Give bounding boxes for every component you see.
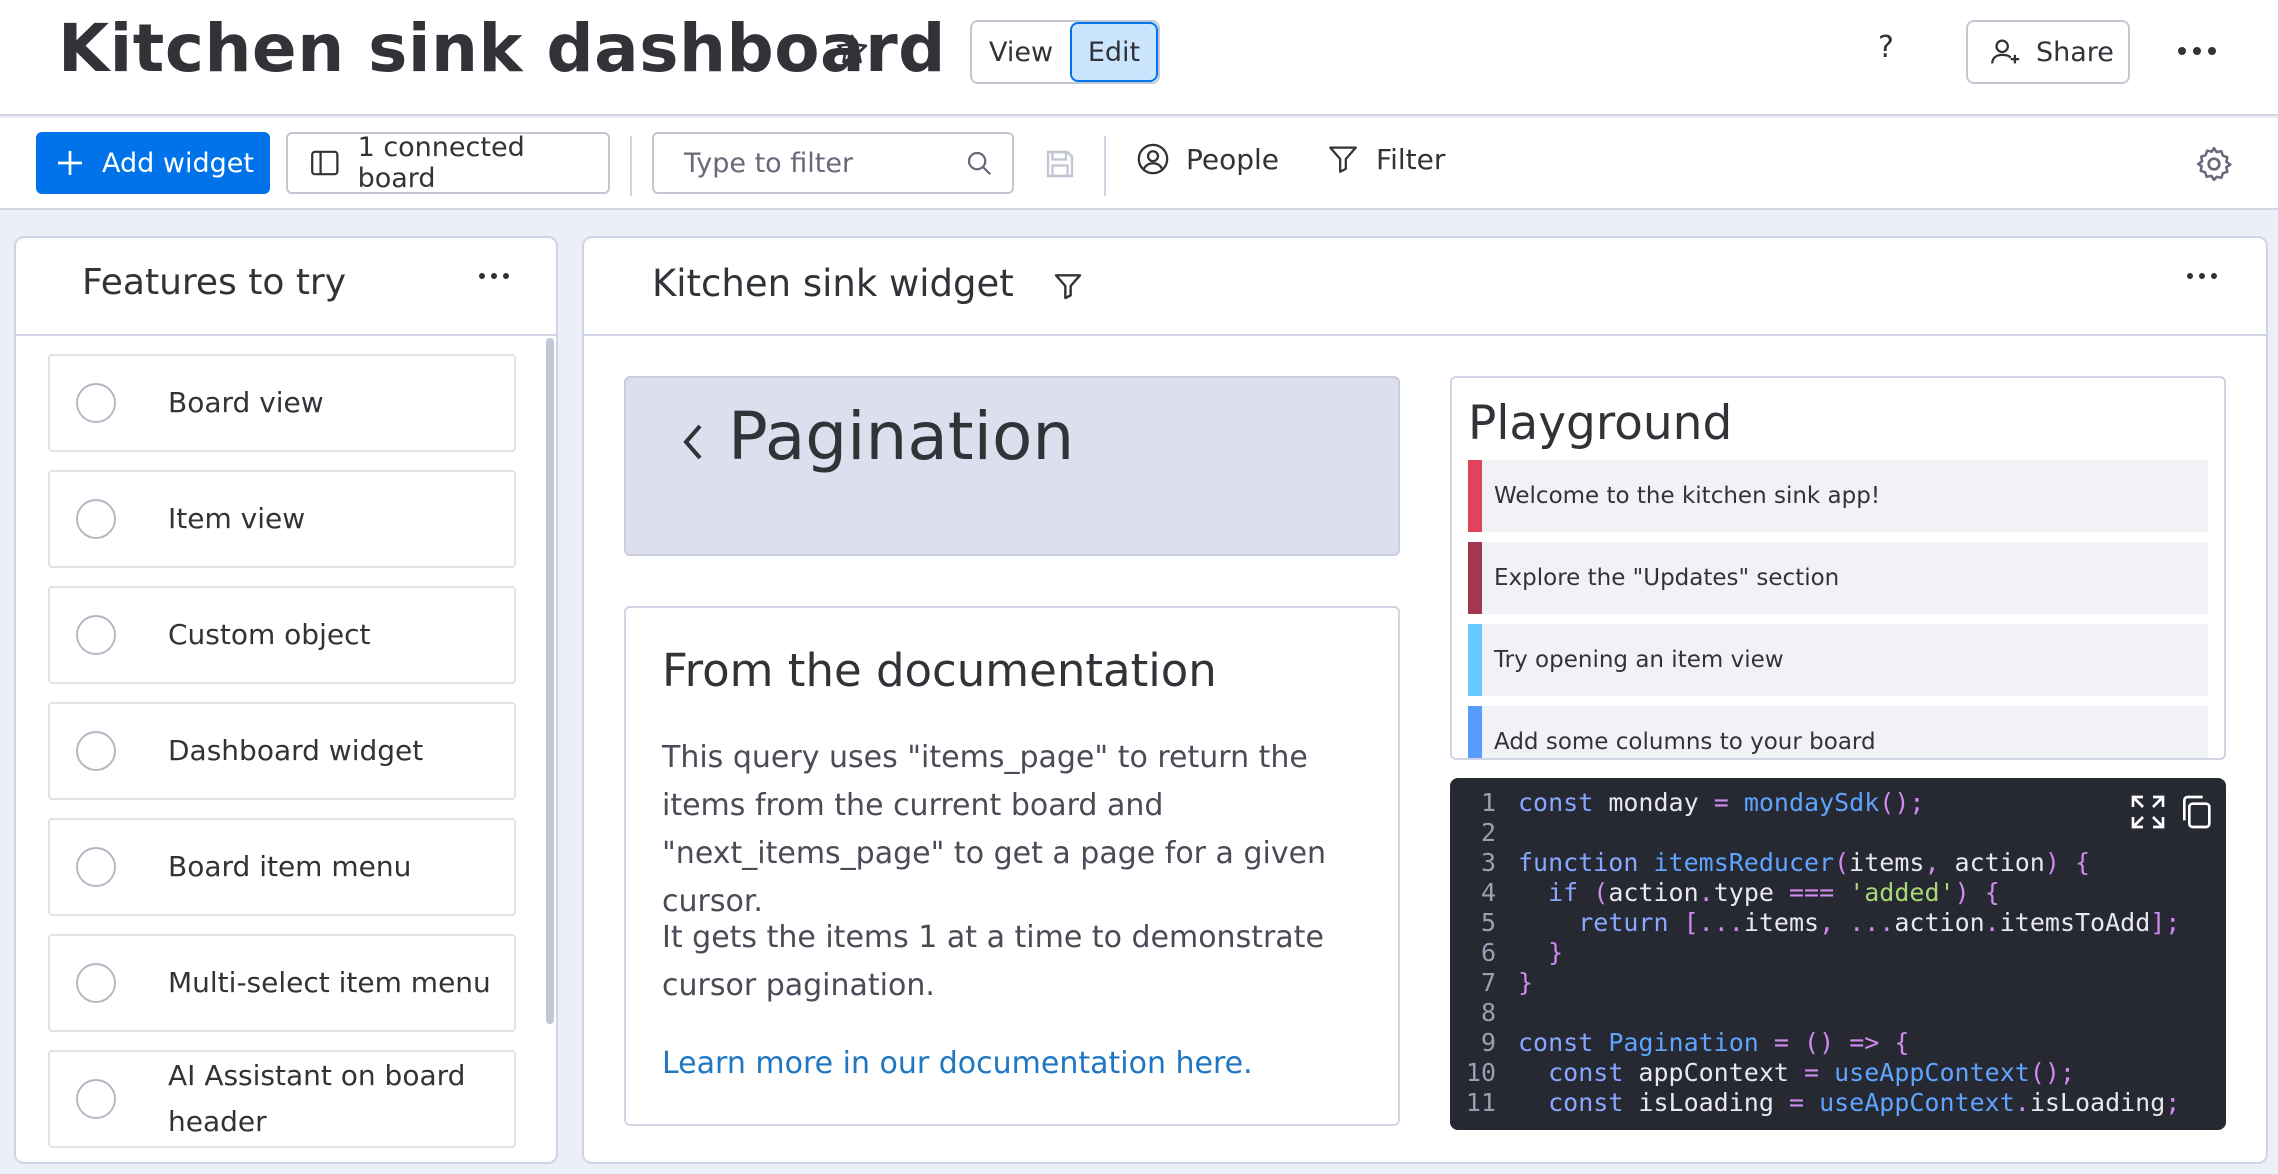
pagination-title: Pagination — [728, 398, 1075, 475]
radio-button[interactable] — [76, 499, 116, 539]
board-icon — [311, 150, 339, 176]
message-color-bar — [1468, 542, 1482, 614]
add-person-icon — [1991, 39, 2020, 64]
view-edit-toggle: View Edit — [970, 20, 1160, 84]
feature-label: AI Assistant on board header — [168, 1059, 466, 1138]
toolbar-divider — [630, 136, 632, 196]
help-button[interactable]: ? — [1878, 30, 1894, 65]
edit-button[interactable]: Edit — [1070, 22, 1158, 82]
feature-item-board-view[interactable]: Board view — [48, 354, 516, 452]
widget-header: Kitchen sink widget — [584, 238, 2266, 336]
view-button[interactable]: View — [972, 22, 1070, 82]
message-text: Try opening an item view — [1494, 647, 1784, 673]
code-line: 6 } — [1480, 938, 1564, 967]
features-panel-header: Features to try — [16, 238, 556, 336]
plus-icon — [58, 151, 82, 175]
code-line: 8 — [1480, 998, 1496, 1027]
star-icon[interactable] — [832, 30, 872, 70]
filter-icon[interactable] — [1052, 270, 1084, 302]
code-line: 7} — [1480, 968, 1534, 997]
feature-item-multi-select-item-menu[interactable]: Multi-select item menu — [48, 934, 516, 1032]
gear-icon[interactable] — [2194, 144, 2234, 184]
search-icon — [967, 151, 992, 176]
save-icon[interactable] — [1042, 146, 1078, 182]
search-input[interactable]: Type to filter — [652, 132, 1014, 194]
people-label: People — [1186, 142, 1280, 176]
code-toolbar — [2128, 792, 2216, 832]
message-text: Add some columns to your board — [1494, 729, 1876, 755]
share-button[interactable]: Share — [1966, 20, 2130, 84]
filter-button[interactable]: Filter — [1326, 142, 1445, 176]
feature-item-board-item-menu[interactable]: Board item menu — [48, 818, 516, 916]
person-icon — [1137, 143, 1169, 175]
more-options-icon[interactable] — [2186, 272, 2218, 280]
feature-label: Multi-select item menu — [168, 966, 491, 999]
documentation-card: From the documentation This query uses "… — [624, 606, 1400, 1126]
playground-message: Explore the "Updates" section — [1468, 542, 2208, 614]
doc-link[interactable]: Learn more in our documentation here. — [662, 1046, 1253, 1081]
code-line: 2 — [1480, 818, 1496, 847]
dashboard-header: Kitchen sink dashboard View Edit ? Share — [0, 0, 2278, 116]
feature-label: Custom object — [168, 618, 371, 651]
message-text: Explore the "Updates" section — [1494, 565, 1840, 591]
feature-label: Dashboard widget — [168, 734, 424, 767]
feature-item-dashboard-widget[interactable]: Dashboard widget — [48, 702, 516, 800]
filter-label: Filter — [1376, 142, 1446, 176]
connected-board-label: 1 connected board — [357, 132, 525, 194]
people-filter-button[interactable]: People — [1136, 142, 1279, 176]
features-panel: Features to try Board view Item view Cus… — [14, 236, 558, 1164]
radio-button[interactable] — [76, 615, 116, 655]
add-widget-label: Add widget — [102, 147, 254, 179]
feature-label: Board view — [168, 386, 324, 419]
feature-label: Board item menu — [168, 850, 412, 883]
dashboard-toolbar: Add widget 1 connected board Type to fil… — [0, 118, 2278, 210]
doc-paragraph: This query uses "items_page" to return t… — [662, 740, 1327, 919]
code-line: 9 const Pagination = () => { — [1480, 1028, 1910, 1057]
add-widget-button[interactable]: Add widget — [36, 132, 270, 194]
message-color-bar — [1468, 460, 1482, 532]
code-line: 1 const monday = mondaySdk(); — [1480, 788, 1925, 817]
share-label: Share — [2036, 36, 2114, 68]
page-title: Kitchen sink dashboard — [58, 10, 946, 87]
radio-button[interactable] — [76, 847, 116, 887]
widget-title: Kitchen sink widget — [652, 262, 1014, 305]
code-line: 4 if (action.type === 'added') { — [1480, 878, 2000, 907]
doc-title: From the documentation — [662, 644, 1217, 697]
feature-item-item-view[interactable]: Item view — [48, 470, 516, 568]
pagination-header: Pagination — [624, 376, 1400, 556]
search-placeholder: Type to filter — [684, 147, 854, 179]
playground-message: Try opening an item view — [1468, 624, 2208, 696]
more-options-icon[interactable] — [2172, 28, 2222, 74]
playground-title: Playground — [1468, 396, 1733, 451]
scrollbar[interactable] — [546, 338, 554, 1024]
radio-button[interactable] — [76, 731, 116, 771]
more-options-icon[interactable] — [478, 272, 510, 280]
radio-button[interactable] — [76, 963, 116, 1003]
code-line: 10 const appContext = useAppContext(); — [1465, 1058, 2075, 1087]
chevron-left-icon[interactable] — [678, 420, 706, 464]
feature-item-custom-object[interactable]: Custom object — [48, 586, 516, 684]
playground-message: Add some columns to your board — [1468, 706, 2208, 758]
code-line: 11 const isLoading = useAppContext.isLoa… — [1465, 1088, 2181, 1117]
message-text: Welcome to the kitchen sink app! — [1494, 483, 1881, 509]
filter-icon — [1329, 146, 1357, 173]
feature-item-ai-assistant[interactable]: AI Assistant on board header — [48, 1050, 516, 1148]
code-snippet: 1 const monday = mondaySdk(); 2 3 function… — [1450, 778, 2226, 1130]
radio-button[interactable] — [76, 1079, 116, 1119]
code-line: 3 function itemsReducer(items, action) { — [1480, 848, 2091, 877]
toolbar-divider — [1104, 136, 1106, 196]
kitchen-sink-widget: Kitchen sink widget Pagination From the … — [582, 236, 2268, 1164]
connected-board-button[interactable]: 1 connected board — [286, 132, 610, 194]
message-color-bar — [1468, 624, 1482, 696]
message-color-bar — [1468, 706, 1482, 758]
code-line: 5 return [...items, ...action.itemsToAdd… — [1480, 908, 2181, 937]
feature-label: Item view — [168, 502, 306, 535]
doc-paragraph: It gets the items 1 at a time to demonst… — [662, 920, 1324, 1003]
copy-icon[interactable] — [2176, 792, 2216, 832]
radio-button[interactable] — [76, 383, 116, 423]
features-panel-title: Features to try — [82, 262, 347, 303]
expand-icon[interactable] — [2128, 792, 2168, 832]
playground-message: Welcome to the kitchen sink app! — [1468, 460, 2208, 532]
playground-card: Playground Welcome to the kitchen sink a… — [1450, 376, 2226, 760]
